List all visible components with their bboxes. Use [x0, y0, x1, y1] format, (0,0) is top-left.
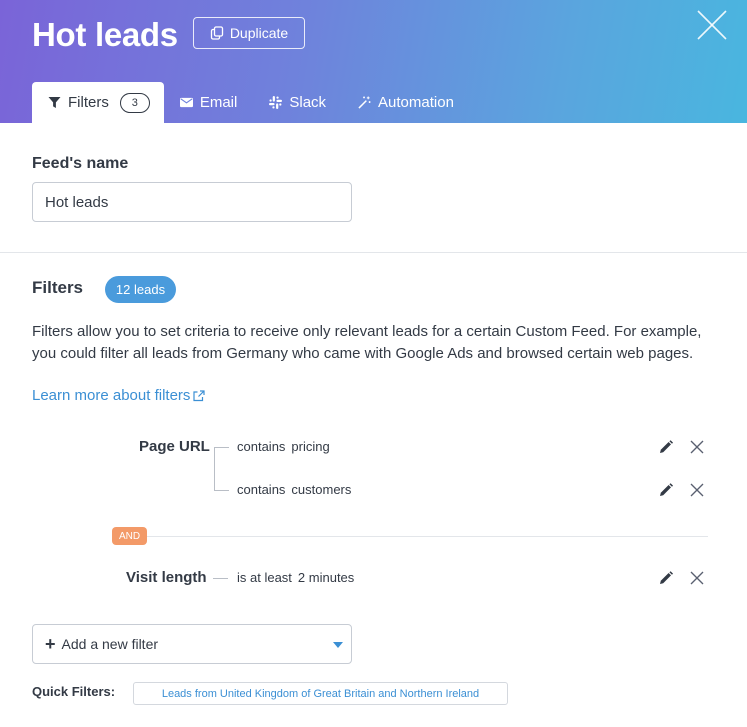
learn-more-label: Learn more about filters — [32, 387, 191, 404]
duplicate-button[interactable]: Duplicate — [193, 17, 305, 49]
envelope-icon — [179, 97, 193, 108]
tab-filters[interactable]: Filters 3 — [32, 82, 164, 123]
condition-value: customers — [291, 482, 352, 497]
condition-value: pricing — [291, 439, 330, 454]
remove-icon[interactable] — [690, 571, 704, 585]
leads-count-badge: 12 leads — [105, 276, 176, 303]
add-filter-label: Add a new filter — [61, 636, 159, 652]
condition-value: 2 minutes — [297, 570, 355, 585]
caret-down-icon — [333, 642, 343, 648]
quick-filters-label: Quick Filters: — [32, 684, 116, 699]
edit-icon[interactable] — [659, 440, 673, 454]
condition-operator: is at least — [237, 570, 292, 585]
tab-label: Filters — [68, 94, 109, 111]
filters-heading: Filters — [32, 278, 84, 297]
duplicate-button-label: Duplicate — [229, 25, 289, 41]
filters-description: Filters allow you to set criteria to rec… — [32, 323, 702, 362]
page-title: Hot leads — [32, 16, 178, 53]
magic-wand-icon — [358, 96, 371, 109]
condition-operator: contains — [237, 482, 286, 497]
condition-row: is at least 2 minutes — [237, 570, 354, 585]
tab-slack[interactable]: Slack — [253, 82, 342, 123]
external-link-icon — [193, 389, 206, 401]
feed-name-label: Feed's name — [32, 155, 129, 172]
condition-row: contains pricing — [237, 439, 330, 454]
rule-connector — [214, 447, 229, 448]
and-badge: AND — [112, 527, 147, 545]
section-divider — [0, 252, 747, 253]
edit-icon[interactable] — [659, 483, 673, 497]
plus-icon: + — [45, 634, 56, 654]
quick-filter-chip[interactable]: Leads from United Kingdom of Great Brita… — [133, 682, 508, 705]
tab-label: Slack — [289, 94, 327, 111]
and-divider — [146, 536, 708, 537]
feed-name-input[interactable] — [32, 182, 352, 222]
edit-icon[interactable] — [659, 571, 673, 585]
tab-email[interactable]: Email — [164, 82, 254, 123]
rule-connector — [213, 578, 228, 579]
slack-icon — [269, 96, 283, 109]
filter-icon — [48, 97, 61, 108]
add-filter-select[interactable]: + Add a new filter — [32, 624, 352, 664]
rule-connector — [214, 490, 229, 491]
feed-header: Hot leads Duplicate Filters 3 Email Slac… — [0, 0, 747, 123]
condition-operator: contains — [237, 439, 286, 454]
tab-bar: Filters 3 Email Slack Automation — [32, 82, 470, 123]
copy-icon — [210, 26, 223, 40]
tab-automation[interactable]: Automation — [342, 82, 470, 123]
filters-count-badge: 3 — [119, 92, 150, 113]
rule-label-page-url: Page URL — [139, 438, 210, 455]
remove-icon[interactable] — [690, 440, 704, 454]
close-icon[interactable] — [696, 9, 728, 41]
rule-bracket — [214, 447, 215, 491]
learn-more-link[interactable]: Learn more about filters — [32, 387, 206, 404]
rule-label-visit-length: Visit length — [126, 569, 207, 586]
tab-label: Email — [199, 94, 238, 111]
tab-label: Automation — [378, 94, 454, 111]
remove-icon[interactable] — [690, 483, 704, 497]
condition-row: contains customers — [237, 482, 351, 497]
